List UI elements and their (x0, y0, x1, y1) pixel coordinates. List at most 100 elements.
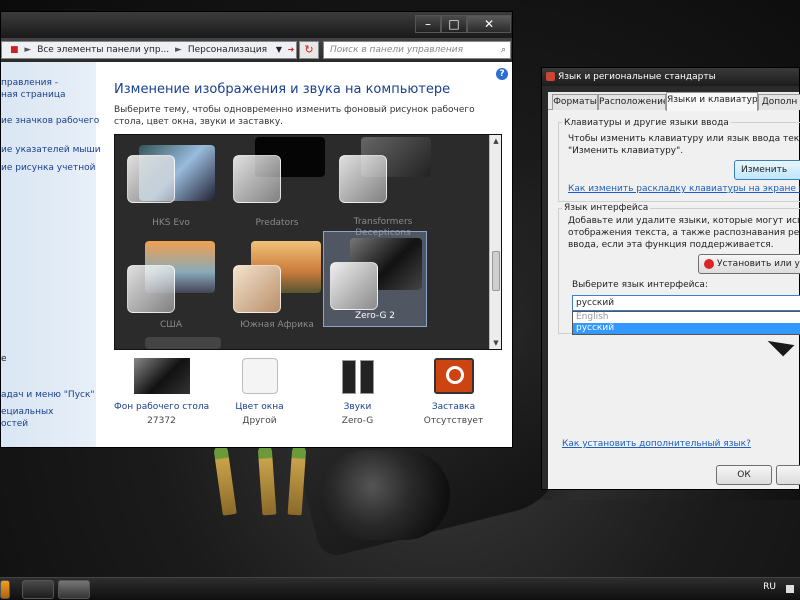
sidebar-link-account-picture[interactable]: ие рисунка учетной (1, 163, 95, 173)
sidebar-link-mouse-pointers[interactable]: ие указателей мыши (1, 145, 101, 155)
sidebar-see-also: е (1, 354, 7, 364)
language-indicator[interactable]: RU (763, 582, 776, 592)
wallpaper-bullet (213, 444, 237, 516)
chevron-down-icon[interactable]: ▼ (273, 42, 285, 58)
window-content: Форматы Расположение Языки и клавиатуры … (548, 92, 800, 489)
desktop-background-label[interactable]: Фон рабочего стола (114, 402, 209, 412)
tab-administrative[interactable]: Дополн (758, 94, 800, 110)
interface-text-line1: Добавьте или удалите языки, которые могу… (568, 216, 800, 226)
address-bar[interactable]: ■ ► Все элементы панели упр... ► Персона… (1, 41, 297, 59)
notification-icon[interactable] (786, 585, 794, 593)
sounds-label[interactable]: Звуки (310, 402, 405, 412)
breadcrumb-personalization[interactable]: Персонализация (188, 45, 267, 55)
taskbar: RU (0, 577, 800, 600)
ok-button[interactable]: ОК (716, 465, 772, 485)
desktop-background-value: 27372 (147, 416, 176, 426)
color-swatch (233, 155, 281, 203)
screensaver-icon (433, 358, 474, 394)
scrollbar[interactable]: ▲ ▼ (489, 135, 501, 349)
theme-transformers[interactable]: Transformers Decepticons (331, 137, 435, 238)
speaker-icon (338, 358, 378, 394)
maximize-button[interactable]: □ (441, 15, 467, 33)
theme-label: Predators (255, 218, 299, 228)
start-button[interactable] (0, 580, 10, 599)
sidebar-link-desktop-icons[interactable]: ие значков рабочего (1, 116, 99, 126)
keyboards-text-line2: "Изменить клавиатуру". (568, 146, 684, 156)
screensaver-item[interactable]: Заставка Отсутствует (406, 358, 501, 426)
install-language-button[interactable]: Установить или у (698, 254, 800, 274)
help-icon[interactable]: ? (496, 68, 508, 80)
main-panel: ? Изменение изображения и звука на компь… (96, 62, 512, 447)
wallpaper-icon (133, 358, 190, 394)
install-language-label: Установить или у (717, 259, 800, 269)
theme-usa[interactable]: США (119, 239, 223, 335)
window-title: Язык и региональные стандарты (558, 72, 716, 82)
install-language-help-link[interactable]: Как установить дополнительный язык? (562, 439, 751, 449)
personalization-window: – □ ✕ ■ ► Все элементы панели упр... ► П… (0, 11, 513, 448)
desktop-background-item[interactable]: Фон рабочего стола 27372 (114, 358, 209, 426)
theme-label: Южная Африка (240, 320, 314, 330)
sidebar-link-home[interactable]: правления - (1, 78, 58, 88)
sidebar-link-taskbar[interactable]: адач и меню "Пуск" (1, 390, 95, 400)
theme-thumbnail-partial (145, 337, 221, 349)
page-title: Изменение изображения и звука на компьют… (114, 82, 451, 97)
region-icon (546, 72, 555, 81)
breadcrumb-all-items[interactable]: Все элементы панели упр... (37, 45, 169, 55)
search-icon[interactable]: ⌕ (501, 42, 506, 58)
theme-label: HKS Evo (152, 218, 190, 228)
taskbar-app-button[interactable] (22, 580, 54, 599)
sounds-item[interactable]: Звуки Zero-G (310, 358, 405, 426)
sounds-value: Zero-G (341, 416, 374, 426)
theme-label: США (159, 320, 183, 330)
search-placeholder: Поиск в панели управления (330, 45, 463, 55)
tab-keyboards[interactable]: Языки и клавиатуры (666, 92, 758, 111)
tab-strip: Форматы Расположение Языки и клавиатуры … (548, 92, 800, 111)
tab-location[interactable]: Расположение (598, 94, 666, 110)
color-swatch (233, 265, 281, 313)
wallpaper-bullet (257, 444, 277, 516)
window-content: правления - ная страница ие значков рабо… (1, 62, 512, 447)
screensaver-value: Отсутствует (423, 416, 484, 426)
sidebar-link-accessibility[interactable]: ециальных (1, 407, 53, 417)
window-titlebar[interactable]: Язык и региональные стандарты (542, 68, 799, 86)
minimize-button[interactable]: – (415, 15, 441, 33)
computer-icon: ■ (10, 45, 19, 55)
close-button[interactable]: ✕ (467, 15, 511, 33)
window-color-label[interactable]: Цвет окна (212, 402, 307, 412)
search-input[interactable]: Поиск в панели управления ⌕ (323, 41, 511, 59)
sidebar-link-accessibility-line2[interactable]: остей (1, 419, 28, 429)
scroll-down-icon[interactable]: ▼ (490, 337, 502, 349)
scroll-up-icon[interactable]: ▲ (490, 135, 502, 147)
window-color-item[interactable]: Цвет окна Другой (212, 358, 307, 426)
sidebar: правления - ная страница ие значков рабо… (1, 62, 101, 447)
theme-south-africa[interactable]: Южная Африка (225, 239, 329, 335)
page-description: Выберите тему, чтобы одновременно измени… (114, 105, 475, 127)
address-bar-row: ■ ► Все элементы панели упр... ► Персона… (1, 38, 512, 62)
region-language-window: Язык и региональные стандарты Форматы Ра… (541, 67, 800, 490)
theme-zero-g-2[interactable]: Zero-G 2 (323, 231, 427, 327)
screensaver-label[interactable]: Заставка (406, 402, 501, 412)
interface-text-line2: отображения текста, а также распознавани… (568, 228, 800, 238)
sidebar-link-home-line2[interactable]: ная страница (1, 90, 65, 100)
refresh-button[interactable]: ↻ (299, 41, 319, 59)
language-option-russian[interactable]: русский (573, 323, 800, 334)
cancel-button[interactable] (776, 465, 800, 485)
choose-language-label: Выберите язык интерфейса: (572, 280, 708, 290)
display-language-select[interactable]: русский (572, 295, 800, 311)
color-swatch (127, 265, 175, 313)
arrow-icon[interactable]: ➜ (285, 42, 297, 58)
theme-hks-evo[interactable]: HKS Evo (119, 137, 223, 233)
theme-label: Zero-G 2 (354, 311, 396, 321)
keyboard-layout-help-link[interactable]: Как изменить раскладку клавиатуры на экр… (568, 184, 800, 194)
color-swatch (330, 262, 378, 310)
tab-formats[interactable]: Форматы (552, 94, 598, 110)
keyboards-text-line1: Чтобы изменить клавиатуру или язык ввода… (568, 134, 800, 144)
theme-predators[interactable]: Predators (225, 137, 329, 233)
scroll-thumb[interactable] (492, 251, 500, 291)
interface-text-line3: ввода, если эта функция поддерживается. (568, 240, 774, 250)
language-option-english[interactable]: English (573, 312, 800, 323)
shield-icon (704, 259, 714, 269)
change-keyboard-button[interactable]: Изменить (734, 160, 800, 180)
taskbar-app-button-active[interactable] (58, 580, 90, 599)
window-titlebar[interactable]: – □ ✕ (1, 12, 512, 38)
